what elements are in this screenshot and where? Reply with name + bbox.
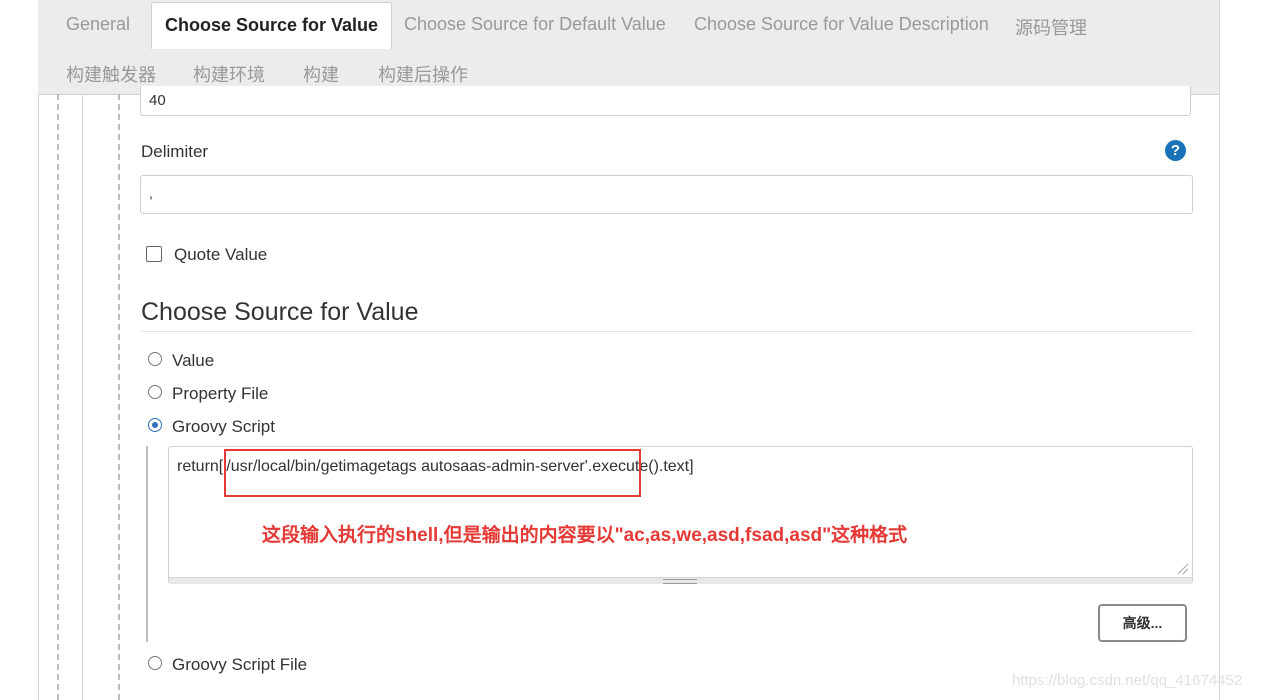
radio-groovy-script-file-label: Groovy Script File xyxy=(172,655,308,674)
radio-value[interactable] xyxy=(148,352,162,366)
tab-choose-source-default[interactable]: Choose Source for Default Value xyxy=(404,14,666,35)
radio-groovy-script-file[interactable] xyxy=(148,656,162,670)
radio-value-label: Value xyxy=(172,351,215,370)
radio-property-file[interactable] xyxy=(148,385,162,399)
outer-dashed-guide xyxy=(57,94,59,700)
tab-choose-source-description[interactable]: Choose Source for Value Description xyxy=(694,14,989,35)
number-input[interactable]: 40 xyxy=(140,86,1191,116)
watermark: https://blog.csdn.net/qq_41674452 xyxy=(1012,672,1243,689)
groovy-script-indent-bar xyxy=(146,446,148,642)
tab-build-triggers[interactable]: 构建触发器 xyxy=(66,61,156,87)
inner-dashed-guide xyxy=(118,94,120,700)
annotation-highlight-box xyxy=(224,449,641,497)
resize-corner-icon[interactable] xyxy=(1178,564,1188,574)
section-title: Choose Source for Value xyxy=(141,298,419,326)
tab-build-env[interactable]: 构建环境 xyxy=(193,61,265,87)
inner-panel-border xyxy=(82,94,83,700)
grip-handle-icon xyxy=(663,579,697,584)
quote-value-checkbox[interactable] xyxy=(146,246,162,262)
tab-post-build[interactable]: 构建后操作 xyxy=(378,61,468,87)
tab-build[interactable]: 构建 xyxy=(303,61,339,87)
tab-general[interactable]: General xyxy=(66,14,130,35)
advanced-button[interactable]: 高级... xyxy=(1098,604,1187,642)
textarea-grip[interactable] xyxy=(169,577,1192,584)
radio-groovy-script-label: Groovy Script xyxy=(172,417,275,436)
delimiter-label: Delimiter xyxy=(141,142,209,161)
radio-property-file-label: Property File xyxy=(172,384,269,403)
quote-value-label: Quote Value xyxy=(174,245,268,264)
tab-source-management[interactable]: 源码管理 xyxy=(1015,14,1087,40)
tab-choose-source-value[interactable]: Choose Source for Value xyxy=(151,2,393,49)
section-divider xyxy=(141,331,1193,332)
help-icon[interactable]: ? xyxy=(1165,140,1186,161)
annotation-note: 这段输入执行的shell,但是输出的内容要以"ac,as,we,asd,fsad… xyxy=(262,525,908,546)
radio-groovy-script[interactable] xyxy=(148,418,162,432)
delimiter-input[interactable]: , xyxy=(140,175,1193,214)
